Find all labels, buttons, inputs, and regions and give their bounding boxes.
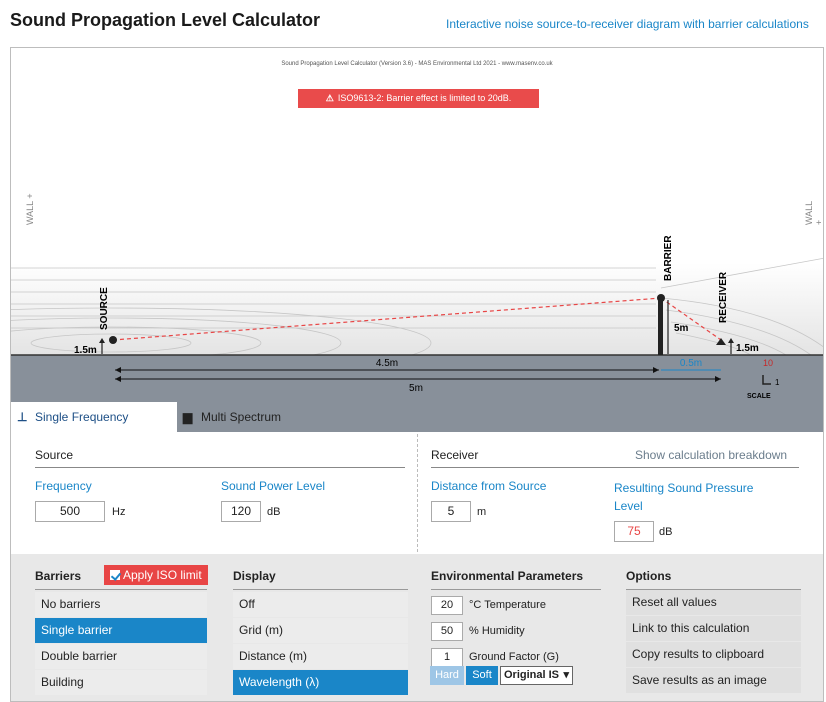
link-calculation-button[interactable]: Link to this calculation	[626, 616, 801, 641]
iso-button-label: Apply ISO limit	[123, 568, 202, 582]
barrier-option-building[interactable]: Building	[35, 670, 207, 695]
distance-input[interactable]: 5	[431, 501, 471, 522]
spectrum-icon: ▆	[183, 410, 193, 424]
humidity-label: % Humidity	[469, 625, 525, 637]
display-option-grid[interactable]: Grid (m)	[233, 618, 408, 643]
copy-results-button[interactable]: Copy results to clipboard	[626, 642, 801, 667]
barrier-option-double[interactable]: Double barrier	[35, 644, 207, 669]
source-heading: Source	[35, 448, 74, 462]
divider	[233, 589, 408, 590]
distance-unit: m	[477, 506, 487, 518]
single-frequency-icon: ⊥	[17, 410, 28, 424]
page-subtitle: Interactive noise source-to-receiver dia…	[446, 17, 809, 31]
display-option-off[interactable]: Off	[233, 592, 408, 617]
scale-label: SCALE	[747, 393, 771, 400]
frequency-input[interactable]: 500	[35, 501, 105, 522]
wall-left-toggle[interactable]: WALL +	[25, 193, 35, 225]
iso-warning-banner: ⚠ ISO9613-2: Barrier effect is limited to…	[298, 89, 539, 108]
receiver-label: RECEIVER	[718, 271, 729, 323]
spl-label: Resulting Sound Pressure Level	[614, 481, 754, 513]
apply-iso-limit-checkbox[interactable]: Apply ISO limit	[104, 565, 208, 585]
options-heading: Options	[626, 569, 672, 583]
method-select-value: Original IS	[504, 669, 560, 681]
tab-multi-spectrum[interactable]: ▆ Multi Spectrum	[177, 402, 337, 432]
tab-single-frequency[interactable]: ⊥ Single Frequency	[11, 402, 177, 432]
method-select[interactable]: Original IS ▾	[500, 666, 573, 685]
dist-barrier-receiver-label: 0.5m	[680, 358, 702, 369]
hard-ground-toggle[interactable]: Hard	[430, 666, 464, 685]
barrier-option-single[interactable]: Single barrier	[35, 618, 207, 643]
field-shading	[11, 263, 823, 355]
receiver-heading: Receiver	[431, 448, 479, 462]
receiver-height-label: 1.5m	[736, 343, 759, 354]
frequency-label: Frequency	[35, 479, 92, 493]
chevron-down-icon: ▾	[563, 669, 569, 681]
spl-output: 75	[614, 521, 654, 542]
display-option-wavelength[interactable]: Wavelength (λ)	[233, 670, 408, 695]
barrier-label: BARRIER	[663, 235, 674, 281]
ground-factor-label: Ground Factor (G)	[469, 651, 559, 663]
barrier[interactable]	[658, 298, 663, 355]
barriers-heading: Barriers	[35, 569, 82, 583]
dist-total-label: 5m	[409, 383, 423, 394]
calculation-breakdown-link[interactable]: Show calculation breakdown	[635, 448, 787, 462]
temperature-input[interactable]: 20	[431, 596, 463, 615]
scale-small: 1	[775, 378, 780, 387]
barrier-top-point[interactable]	[657, 294, 665, 302]
scale-value: 10	[763, 358, 773, 368]
wall-right-toggle[interactable]: WALL +	[804, 201, 823, 225]
divider	[35, 467, 405, 468]
tab-label: Multi Spectrum	[201, 410, 282, 424]
source-point[interactable]	[109, 336, 117, 344]
tab-label: Single Frequency	[35, 410, 129, 424]
checkbox-checked-icon	[110, 570, 120, 580]
save-image-button[interactable]: Save results as an image	[626, 668, 801, 693]
environment-heading: Environmental Parameters	[431, 569, 584, 583]
page-title: Sound Propagation Level Calculator	[10, 10, 321, 30]
distance-label: Distance from Source	[431, 479, 547, 493]
barrier-height-label: 5m	[674, 323, 689, 334]
source-label: SOURCE	[99, 287, 110, 330]
divider	[431, 589, 601, 590]
panel-divider	[417, 434, 418, 552]
display-option-distance[interactable]: Distance (m)	[233, 644, 408, 669]
divider	[431, 467, 799, 468]
divider	[35, 589, 207, 590]
spl-unit: dB	[659, 526, 673, 538]
temperature-label: °C Temperature	[469, 599, 546, 611]
barrier-option-none[interactable]: No barriers	[35, 592, 207, 617]
warning-text: ISO9613-2: Barrier effect is limited to …	[337, 93, 512, 103]
soft-ground-toggle[interactable]: Soft	[466, 666, 498, 685]
source-height-label: 1.5m	[74, 345, 97, 356]
dist-source-barrier-label: 4.5m	[376, 358, 398, 369]
humidity-input[interactable]: 50	[431, 622, 463, 641]
reset-values-button[interactable]: Reset all values	[626, 590, 801, 615]
sound-power-label: Sound Power Level	[221, 479, 326, 493]
warning-icon: ⚠	[325, 93, 334, 103]
frequency-unit: Hz	[112, 506, 126, 518]
display-heading: Display	[233, 569, 276, 583]
sound-power-unit: dB	[267, 506, 281, 518]
calculator-frame: SOURCE 1.5m BARRIER 5m RECEIVER 1.5m 4.5…	[10, 47, 824, 702]
credit-line: Sound Propagation Level Calculator (Vers…	[281, 61, 553, 67]
sound-power-input[interactable]: 120	[221, 501, 261, 522]
mode-tabs: ⊥ Single Frequency ▆ Multi Spectrum	[11, 402, 823, 432]
ground-factor-input[interactable]: 1	[431, 648, 463, 667]
